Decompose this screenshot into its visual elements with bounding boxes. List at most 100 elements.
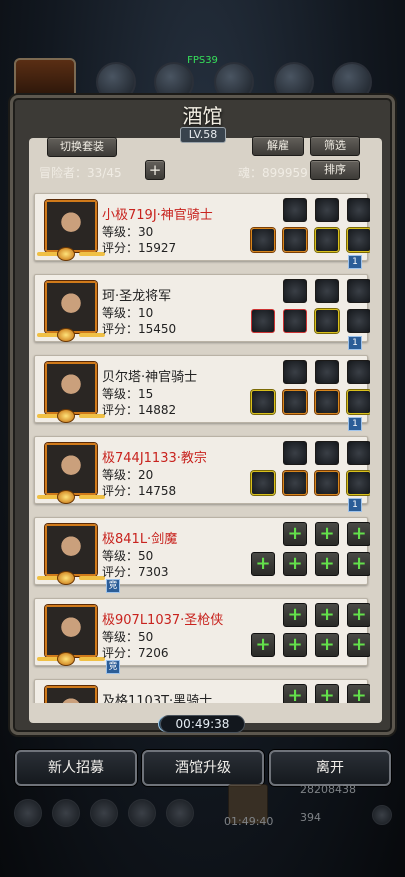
empty-slot-plus-icon[interactable] [347, 522, 370, 546]
green-orb-icon[interactable] [347, 471, 370, 495]
sort-button[interactable]: 排序 [310, 160, 360, 180]
green-armor-icon[interactable] [283, 390, 307, 414]
empty-slot-plus-icon[interactable] [347, 633, 370, 657]
filter-button[interactable]: 筛选 [310, 136, 360, 156]
hero-card[interactable]: 极841L·剑魔 等级：50 评分：7303 [34, 517, 370, 585]
empty-slot-plus-icon[interactable] [315, 522, 339, 546]
whip-equip-icon[interactable] [315, 441, 339, 465]
menu-icon[interactable] [52, 799, 80, 827]
add-capacity-button[interactable]: + [145, 160, 165, 180]
empty-slot-plus-icon[interactable] [315, 552, 339, 576]
hero-card[interactable]: 及格1103T·黑骑士 [34, 679, 370, 703]
hero-portrait [45, 605, 97, 657]
empty-slot-plus-icon[interactable] [347, 552, 370, 576]
rank-emblem-icon [57, 652, 75, 666]
gauntlet-equip-icon[interactable] [251, 228, 275, 252]
hero-portrait [45, 281, 97, 333]
empty-slot-plus-icon[interactable] [251, 552, 275, 576]
empty-slot-plus-icon[interactable] [283, 603, 307, 627]
empty-slot-plus-icon[interactable] [251, 633, 275, 657]
hero-badge: 1 [348, 498, 362, 512]
chain-equip-icon[interactable] [347, 441, 370, 465]
hero-score: 评分：14882 [102, 403, 177, 417]
gold-amount: 28208438 [300, 783, 356, 796]
orb-equip-icon[interactable] [283, 360, 307, 384]
empty-slot-plus-icon[interactable] [283, 522, 307, 546]
empty-slot-plus-icon[interactable] [347, 603, 370, 627]
chain-equip-icon[interactable] [347, 279, 370, 303]
belt-equip-icon[interactable] [315, 390, 339, 414]
hero-level: 等级：15 [102, 387, 154, 401]
hero-list[interactable]: 小极719J·神官骑士 等级：30 评分：15927 1 珂·圣龙将军 等级：1… [30, 183, 370, 703]
hero-card[interactable]: 贝尔塔·神官骑士 等级：15 评分：14882 [34, 355, 370, 423]
adventurer-count: 冒险者：33/45 [39, 166, 122, 180]
chest-armor-icon[interactable] [283, 471, 307, 495]
leave-button[interactable]: 离开 [269, 750, 391, 786]
empty-slot-plus-icon[interactable] [283, 633, 307, 657]
potion-equip-icon[interactable] [315, 360, 339, 384]
hero-score: 评分：15927 [102, 241, 177, 255]
upgrade-tavern-button[interactable]: 酒馆升级 [142, 750, 264, 786]
hero-card[interactable]: 小极719J·神官骑士 等级：30 评分：15927 [34, 193, 370, 261]
orb-equip-icon[interactable] [283, 198, 307, 222]
hero-level: 等级：50 [102, 549, 154, 563]
chest-armor-icon[interactable] [283, 228, 307, 252]
hero-name: 极841L·剑魔 [102, 532, 178, 547]
hero-level: 等级：20 [102, 468, 154, 482]
dagger-equip-icon[interactable] [251, 309, 275, 333]
footer-timer: 01:49:40 [224, 815, 274, 828]
switch-set-button[interactable]: 切换套装 [47, 137, 117, 157]
ring-equip-icon[interactable] [347, 228, 370, 252]
hero-card[interactable]: 珂·圣龙将军 等级：10 评分：15450 [34, 274, 370, 342]
hero-portrait [45, 524, 97, 576]
hammer-equip-icon[interactable] [251, 390, 275, 414]
empty-slot-plus-icon[interactable] [315, 603, 339, 627]
panel-title: 酒馆 [182, 104, 223, 128]
hero-name: 贝尔塔·神官骑士 [102, 370, 198, 385]
rank-emblem-icon [57, 409, 75, 423]
mace-equip-icon[interactable] [251, 471, 275, 495]
gem-amount: 394 [300, 811, 321, 824]
hero-badge: 1 [348, 336, 362, 350]
empty-slot-plus-icon[interactable] [283, 684, 307, 703]
hero-name: 及格1103T·黑骑士 [102, 694, 213, 703]
hero-badge: 竞 [106, 660, 120, 674]
scroll-equip-icon[interactable] [347, 390, 370, 414]
menu-icon[interactable] [14, 799, 42, 827]
amulet-equip-icon[interactable] [283, 441, 307, 465]
leg-armor-icon[interactable] [315, 228, 339, 252]
gold-lamp-icon[interactable] [347, 198, 370, 222]
hero-card[interactable]: 极744J1133·教宗 等级：20 评分：14758 [34, 436, 370, 504]
recruit-button[interactable]: 新人招募 [15, 750, 137, 786]
amulet-equip-icon[interactable] [283, 279, 307, 303]
menu-icon[interactable] [128, 799, 156, 827]
triangle-rune-icon[interactable] [315, 198, 339, 222]
hero-level: 等级：30 [102, 225, 154, 239]
empty-slot-plus-icon[interactable] [283, 552, 307, 576]
hero-name: 小极719J·神官骑士 [102, 208, 213, 223]
menu-icon[interactable] [166, 799, 194, 827]
hammer-equip-icon[interactable] [347, 309, 370, 333]
hero-score: 评分：7303 [102, 565, 169, 579]
empty-slot-plus-icon[interactable] [315, 684, 339, 703]
boots-equip-icon[interactable] [315, 471, 339, 495]
hero-name: 珂·圣龙将军 [102, 289, 172, 304]
empty-slot-plus-icon[interactable] [315, 633, 339, 657]
rank-emblem-icon [57, 490, 75, 504]
shield-equip-icon[interactable] [315, 309, 339, 333]
dismiss-button[interactable]: 解雇 [252, 136, 304, 156]
whip-equip-icon[interactable] [315, 279, 339, 303]
rank-emblem-icon [57, 571, 75, 585]
empty-slot-plus-icon[interactable] [347, 684, 370, 703]
red-staff-icon[interactable] [283, 309, 307, 333]
hero-portrait [45, 686, 97, 703]
bottom-hud: 28208438 01:49:40 394 [0, 783, 405, 855]
hero-card[interactable]: 极907L1037·圣枪侠 等级：50 评分：7206 [34, 598, 370, 666]
hero-name: 极907L1037·圣枪侠 [102, 613, 224, 628]
red-gem-icon[interactable] [347, 360, 370, 384]
hero-level: 等级：10 [102, 306, 154, 320]
add-plus-icon[interactable] [372, 805, 392, 825]
refresh-timer: 00:49:38 [160, 715, 245, 733]
menu-icon[interactable] [90, 799, 118, 827]
hero-level: 等级：50 [102, 630, 154, 644]
